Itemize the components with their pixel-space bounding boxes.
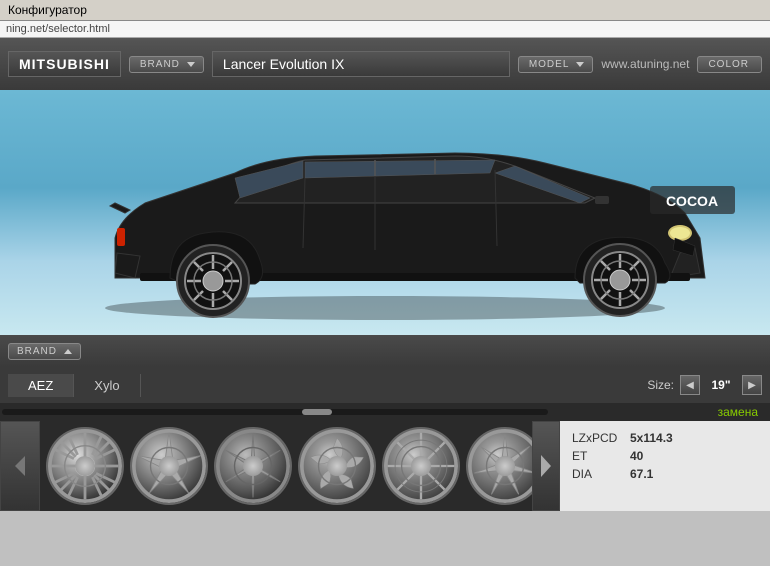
spec-lzxpcd-val: 5x114.3 [630, 431, 673, 445]
wheel-svg-2 [132, 429, 206, 503]
scroll-thumb[interactable] [302, 409, 332, 415]
brand-sort-arrow-icon [64, 349, 72, 354]
size-value: 19" [706, 378, 736, 392]
car-svg: COCOA [35, 98, 735, 328]
left-arrow-icon [10, 451, 30, 481]
right-arrow-icon [538, 452, 554, 480]
spec-dia-key: DIA [572, 467, 622, 481]
wheel-brand-xylo[interactable]: Xylo [74, 374, 140, 397]
wheel-item[interactable] [130, 427, 208, 505]
app-title: Конфигуратор [8, 3, 87, 17]
scroll-track-area[interactable] [0, 403, 550, 421]
brand-sort-button[interactable]: BRAND [8, 343, 81, 360]
spec-dia-val: 67.1 [630, 467, 653, 481]
size-increase-button[interactable]: ▶ [742, 375, 762, 395]
app-container: MITSUBISHI BRAND Lancer Evolution IX MOD… [0, 38, 770, 511]
wheel-item[interactable] [382, 427, 460, 505]
wheel-svg-4 [300, 429, 374, 503]
scroll-track [2, 409, 548, 415]
wheel-svg-6 [468, 429, 532, 503]
brand-dropdown-arrow-icon [187, 62, 195, 67]
wheel-item[interactable] [214, 427, 292, 505]
size-label: Size: [647, 378, 674, 392]
car-display-area: COCOA [0, 90, 770, 335]
wheels-row: LZxPCD 5x114.3 ET 40 DIA 67.1 [0, 421, 770, 511]
spec-row-dia: DIA 67.1 [572, 467, 758, 481]
url-text: ning.net/selector.html [6, 23, 110, 35]
wheel-item[interactable] [46, 427, 124, 505]
brand-sort-bar: BRAND [0, 335, 770, 367]
zamena-label: замена [550, 406, 770, 418]
wheels-container [40, 421, 532, 511]
bottom-section: BRAND AEZ Xylo Size: ◀ 19" ▶ [0, 335, 770, 511]
wheels-next-button[interactable] [532, 421, 560, 511]
model-dropdown-button[interactable]: MODEL [518, 56, 594, 73]
top-bar: MITSUBISHI BRAND Lancer Evolution IX MOD… [0, 38, 770, 90]
website-label: www.atuning.net [601, 57, 689, 71]
model-name-display: Lancer Evolution IX [212, 51, 510, 77]
spec-lzxpcd-key: LZxPCD [572, 431, 622, 445]
wheels-prev-button[interactable] [0, 421, 40, 511]
brand-name-display: MITSUBISHI [8, 51, 121, 77]
model-dropdown-arrow-icon [576, 62, 584, 67]
svg-text:COCOA: COCOA [666, 193, 718, 209]
spec-row-lzxpcd: LZxPCD 5x114.3 [572, 431, 758, 445]
brand-dropdown-button[interactable]: BRAND [129, 56, 204, 73]
wheel-item[interactable] [298, 427, 376, 505]
spec-et-key: ET [572, 449, 622, 463]
wheel-brand-aez[interactable]: AEZ [8, 374, 74, 397]
wheel-svg-5 [384, 429, 458, 503]
size-selector: Size: ◀ 19" ▶ [647, 375, 762, 395]
url-bar: ning.net/selector.html [0, 21, 770, 38]
wheel-brand-tabs: AEZ Xylo Size: ◀ 19" ▶ [0, 367, 770, 403]
wheel-svg-3 [216, 429, 290, 503]
wheel-item[interactable] [466, 427, 532, 505]
size-decrease-button[interactable]: ◀ [680, 375, 700, 395]
wheel-svg-1 [48, 429, 122, 503]
spec-et-val: 40 [630, 449, 643, 463]
scroll-row: замена [0, 403, 770, 421]
specs-panel: LZxPCD 5x114.3 ET 40 DIA 67.1 [560, 421, 770, 511]
title-bar: Конфигуратор [0, 0, 770, 21]
color-dropdown-button[interactable]: COLOR [697, 56, 762, 73]
spec-row-et: ET 40 [572, 449, 758, 463]
